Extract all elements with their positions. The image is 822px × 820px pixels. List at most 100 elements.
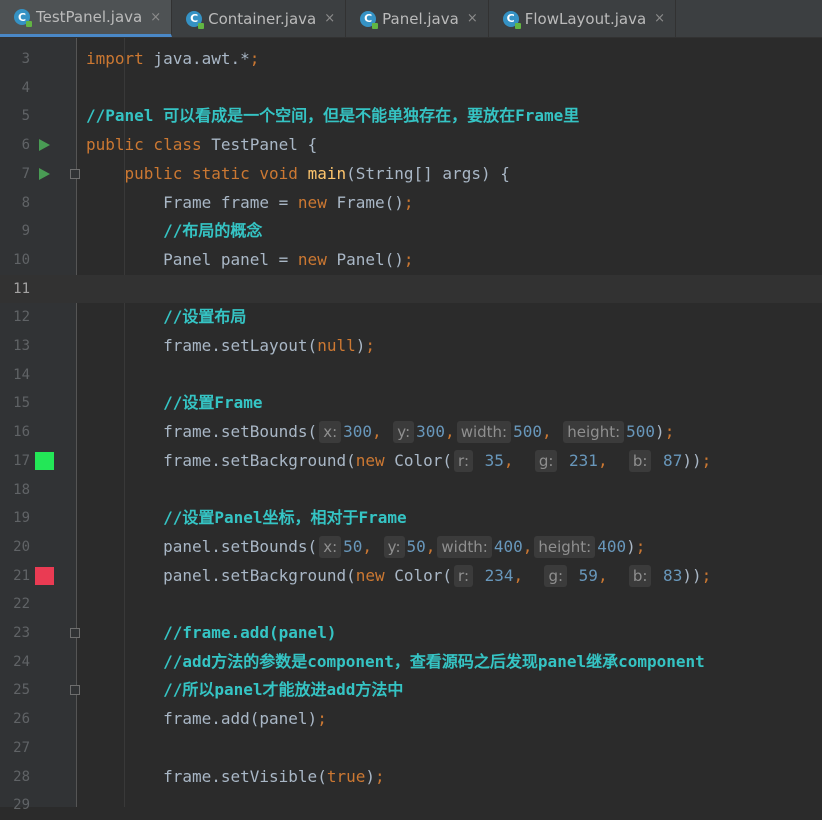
line-number: 22	[13, 596, 30, 613]
code-token: Panel panel =	[86, 249, 298, 269]
code-line[interactable]: 12 //设置布局	[0, 303, 822, 332]
code-token: null	[317, 336, 356, 355]
parameter-hint: g:	[534, 449, 558, 472]
code-token: frame.setLayout(	[86, 336, 318, 355]
code-token: ;	[375, 766, 385, 786]
fold-marker-icon[interactable]	[70, 628, 80, 638]
line-number: 5	[21, 108, 30, 125]
code-token: 400	[493, 536, 523, 556]
code-line[interactable]: 20 panel.setBounds(x: 50, y: 50, width: 400,…	[0, 533, 822, 562]
code-text: frame.add(panel);	[86, 705, 327, 734]
code-line[interactable]: 9 //布局的概念	[0, 217, 822, 246]
code-text: import java.awt.*;	[86, 45, 259, 74]
code-text: //布局的概念	[86, 217, 262, 246]
code-text: panel.setBackground(new Color(r: 234, g:…	[86, 562, 711, 591]
code-token: 300	[343, 422, 373, 442]
code-line[interactable]: 11	[0, 274, 822, 304]
tab-flowlayout-java[interactable]: C FlowLayout.java ×	[489, 0, 677, 37]
code-token: //设置Panel坐标，相对于Frame	[163, 508, 407, 528]
code-line[interactable]: 28 frame.setVisible(true);	[0, 763, 822, 792]
java-class-icon: C	[502, 10, 521, 29]
code-line[interactable]: 5 //Panel 可以看成是一个空间，但是不能单独存在，要放在Frame里	[0, 102, 822, 131]
parameter-hint: height:	[563, 421, 625, 444]
code-token: //add方法的参数是component，查看源码之后发现panel继承comp…	[163, 651, 705, 671]
code-line[interactable]: 19 //设置Panel坐标，相对于Frame	[0, 504, 822, 533]
parameter-hint: b:	[628, 564, 652, 587]
code-line[interactable]: 27	[0, 734, 822, 763]
fold-marker-icon[interactable]	[70, 685, 80, 696]
line-number: 25	[13, 682, 30, 699]
code-line[interactable]: 3 import java.awt.*;	[0, 45, 822, 74]
line-number: 11	[13, 280, 30, 297]
code-text: frame.setLayout(null);	[86, 332, 375, 361]
code-line[interactable]: 26 frame.add(panel);	[0, 705, 822, 734]
code-token: )	[655, 422, 665, 442]
line-number: 4	[21, 79, 30, 96]
parameter-hint: x:	[319, 421, 342, 444]
code-line[interactable]: 13 frame.setLayout(null);	[0, 332, 822, 361]
code-token: ,	[513, 565, 543, 585]
code-editor[interactable]: 3 import java.awt.*; 4 5 //Panel 可以看成是一个空间，但…	[0, 38, 822, 813]
run-icon[interactable]	[39, 139, 50, 152]
run-icon[interactable]	[39, 167, 50, 180]
close-icon[interactable]: ×	[324, 11, 335, 26]
code-token: main	[307, 163, 347, 183]
line-number: 20	[13, 538, 30, 555]
code-token: ,	[597, 565, 627, 585]
line-number: 6	[21, 137, 30, 154]
fold-marker-icon[interactable]	[70, 168, 80, 179]
parameter-hint: y:	[393, 421, 415, 444]
green-color-swatch-icon[interactable]	[35, 451, 54, 470]
code-line[interactable]: 22	[0, 590, 822, 619]
code-text: //设置布局	[86, 303, 246, 332]
line-number: 28	[13, 768, 30, 785]
close-icon[interactable]: ×	[654, 11, 665, 26]
code-line[interactable]: 15 //设置Frame	[0, 389, 822, 418]
red-color-swatch-icon[interactable]	[35, 566, 54, 585]
code-token: 50	[406, 536, 426, 556]
code-line[interactable]: 21 panel.setBackground(new Color(r: 234,…	[0, 562, 822, 591]
code-line[interactable]: 8 Frame frame = new Frame();	[0, 189, 822, 218]
code-line[interactable]: 29	[0, 791, 822, 820]
code-token: ,	[503, 450, 533, 470]
code-token: Frame()	[336, 192, 404, 212]
code-line[interactable]: 16 frame.setBounds(x: 300, y: 300, width: 50…	[0, 418, 822, 447]
code-token: 500	[513, 422, 542, 442]
editor-tab-bar: C TestPanel.java × C Container.java × C Panel.j…	[0, 0, 822, 38]
code-line[interactable]: 4	[0, 74, 822, 103]
close-icon[interactable]: ×	[150, 10, 161, 25]
code-token: new	[297, 249, 337, 269]
java-class-icon: C	[186, 10, 205, 29]
code-token: )	[355, 336, 366, 355]
code-line[interactable]: 25 //所以panel才能放进add方法中	[0, 676, 822, 705]
tab-label: Panel.java	[382, 9, 459, 28]
code-line[interactable]: 24 //add方法的参数是component，查看源码之后发现panel继承c…	[0, 648, 822, 677]
code-line[interactable]: 7 public static void main(String[] args)…	[0, 160, 822, 189]
code-token: frame.setVisible(	[86, 766, 327, 786]
code-token: //Panel 可以看成是一个空间，但是不能单独存在，要放在Frame里	[86, 106, 580, 126]
code-token: 400	[597, 536, 627, 556]
tab-panel-java[interactable]: C Panel.java ×	[346, 0, 489, 37]
code-text: panel.setBounds(x: 50, y: 50, width: 400, hei…	[86, 533, 645, 562]
line-number: 24	[13, 653, 30, 670]
code-line[interactable]: 18	[0, 476, 822, 505]
code-line[interactable]: 6 public class TestPanel {	[0, 131, 822, 160]
line-number: 14	[13, 366, 30, 383]
code-token: TestPanel {	[211, 135, 318, 155]
code-line[interactable]: 23 //frame.add(panel)	[0, 619, 822, 648]
tab-label: Container.java	[208, 9, 317, 28]
code-line[interactable]: 10 Panel panel = new Panel();	[0, 246, 822, 275]
code-token: new	[297, 192, 337, 212]
code-line[interactable]: 17 frame.setBackground(new Color(r: 35, …	[0, 447, 822, 476]
code-token: 300	[416, 422, 446, 442]
code-line[interactable]: 14	[0, 361, 822, 390]
tab-container-java[interactable]: C Container.java ×	[172, 0, 347, 37]
line-number: 12	[13, 309, 30, 326]
close-icon[interactable]: ×	[467, 11, 478, 26]
tab-testpanel-java[interactable]: C TestPanel.java ×	[0, 0, 173, 37]
